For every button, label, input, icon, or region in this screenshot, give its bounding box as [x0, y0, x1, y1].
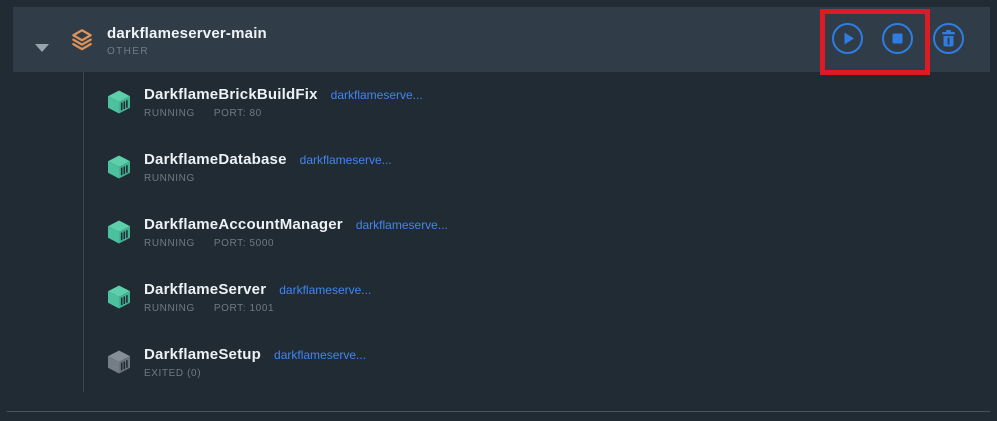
container-row: DarkflameDatabase darkflameserve... RUNN…: [0, 149, 997, 214]
container-image-link[interactable]: darkflameserve...: [279, 283, 371, 297]
delete-button[interactable]: [933, 23, 964, 54]
group-title-block: darkflameserver-main OTHER: [107, 25, 267, 57]
container-icon: [105, 283, 133, 316]
group-title: darkflameserver-main: [107, 25, 267, 42]
bottom-divider: [7, 411, 990, 412]
container-text-block: DarkflameDatabase darkflameserve... RUNN…: [144, 151, 392, 184]
container-name: DarkflameServer: [144, 281, 266, 298]
container-status-line: RUNNING PORT: 5000: [144, 238, 448, 249]
container-image-link[interactable]: darkflameserve...: [274, 348, 366, 362]
container-status-line: EXITED (0): [144, 368, 366, 379]
chevron-down-icon[interactable]: [35, 44, 49, 52]
container-state: RUNNING: [144, 108, 195, 119]
trash-icon: [935, 25, 962, 52]
container-status-line: RUNNING PORT: 80: [144, 108, 423, 119]
stack-icon: [69, 27, 95, 58]
play-icon: [834, 25, 861, 52]
container-state: RUNNING: [144, 303, 195, 314]
container-name: DarkflameBrickBuildFix: [144, 86, 318, 103]
container-state: EXITED (0): [144, 368, 201, 379]
stop-icon: [884, 25, 911, 52]
container-status-line: RUNNING: [144, 173, 392, 184]
container-list: DarkflameBrickBuildFix darkflameserve...…: [0, 84, 997, 409]
container-status-line: RUNNING PORT: 1001: [144, 303, 371, 314]
stop-button[interactable]: [882, 23, 913, 54]
container-text-block: DarkflameServer darkflameserve... RUNNIN…: [144, 281, 371, 314]
container-image-link[interactable]: darkflameserve...: [331, 88, 423, 102]
group-header: darkflameserver-main OTHER: [13, 7, 990, 72]
container-text-block: DarkflameSetup darkflameserve... EXITED …: [144, 346, 366, 379]
container-state: RUNNING: [144, 173, 195, 184]
container-text-block: DarkflameBrickBuildFix darkflameserve...…: [144, 86, 423, 119]
container-port: PORT: 1001: [214, 303, 274, 314]
container-row: DarkflameServer darkflameserve... RUNNIN…: [0, 279, 997, 344]
container-row: DarkflameBrickBuildFix darkflameserve...…: [0, 84, 997, 149]
start-button[interactable]: [832, 23, 863, 54]
container-state: RUNNING: [144, 238, 195, 249]
container-image-link[interactable]: darkflameserve...: [300, 153, 392, 167]
container-name: DarkflameAccountManager: [144, 216, 343, 233]
container-image-link[interactable]: darkflameserve...: [356, 218, 448, 232]
container-row: DarkflameSetup darkflameserve... EXITED …: [0, 344, 997, 409]
group-subtitle: OTHER: [107, 46, 267, 57]
container-text-block: DarkflameAccountManager darkflameserve..…: [144, 216, 448, 249]
container-port: PORT: 80: [214, 108, 262, 119]
container-icon: [105, 348, 133, 381]
container-icon: [105, 88, 133, 121]
container-port: PORT: 5000: [214, 238, 274, 249]
container-name: DarkflameDatabase: [144, 151, 287, 168]
container-icon: [105, 153, 133, 186]
container-icon: [105, 218, 133, 251]
container-row: DarkflameAccountManager darkflameserve..…: [0, 214, 997, 279]
container-name: DarkflameSetup: [144, 346, 261, 363]
